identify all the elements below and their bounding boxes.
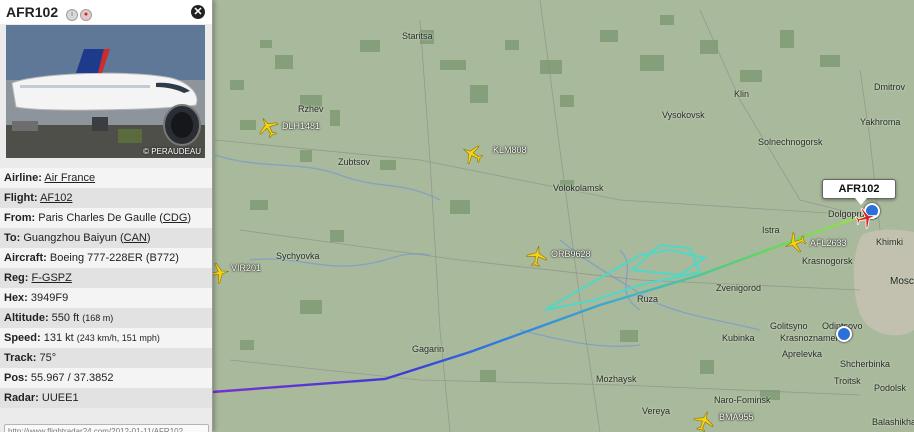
- row-label: Altitude:: [4, 312, 49, 324]
- place-ruza: Ruza: [637, 294, 659, 304]
- detail-row-track: Track: 75°: [0, 348, 212, 368]
- aircraft-label-bma955: BMA955: [719, 412, 754, 422]
- row-label: Aircraft:: [4, 252, 47, 264]
- row-value-suffix: ): [187, 212, 192, 224]
- place-shcherbinka: Shcherbinka: [840, 359, 891, 369]
- panel-header: AFR102 i ● ✕: [0, 0, 212, 24]
- row-value: UUEE1: [41, 392, 79, 404]
- place-golitsyno: Golitsyno: [770, 321, 808, 331]
- detail-row-reg: Reg: F-GSPZ: [0, 268, 212, 288]
- flight-link[interactable]: AF102: [40, 192, 72, 204]
- place-istra: Istra: [762, 225, 780, 235]
- aircraft-orb9628-icon[interactable]: [523, 242, 551, 270]
- place-rzhev: Rzhev: [298, 104, 324, 114]
- place-khimki: Khimki: [876, 237, 904, 247]
- place-dmitrov: Dmitrov: [874, 82, 905, 92]
- detail-row-from: From: Paris Charles De Gaulle (CDG): [0, 208, 212, 228]
- place-mozhaysk: Mozhaysk: [596, 374, 637, 384]
- row-value: 131 kt: [43, 332, 74, 344]
- place-podolsk: Podolsk: [874, 383, 907, 393]
- row-value: 75°: [39, 352, 57, 364]
- share-url-field[interactable]: http://www.flightradar24.com/2012-01-11/…: [4, 424, 209, 432]
- row-value: 550 ft: [51, 312, 80, 324]
- row-label: Airline:: [4, 172, 42, 184]
- row-label: To:: [4, 232, 21, 244]
- info-icon[interactable]: i: [66, 9, 78, 21]
- place-naro-fominsk: Naro-Fominsk: [714, 395, 771, 405]
- aircraft-photo[interactable]: © PERAUDEAU: [6, 25, 205, 158]
- place-vereya: Vereya: [642, 406, 671, 416]
- row-label: Hex:: [4, 292, 28, 304]
- aircraft-label-vir201: VIR201: [231, 263, 262, 273]
- row-value: Paris Charles De Gaulle (: [38, 212, 163, 224]
- row-label: From:: [4, 212, 36, 224]
- row-label: Pos:: [4, 372, 28, 384]
- place-balashikha: Balashikha: [872, 417, 914, 427]
- place-sychyovka: Sychyovka: [276, 251, 320, 261]
- row-value: Boeing 777-228ER (B772): [49, 252, 179, 264]
- detail-row-speed: Speed: 131 kt (243 km/h, 151 mph): [0, 328, 212, 348]
- registration-link[interactable]: F-GSPZ: [32, 272, 72, 284]
- aircraft-photo-image: [6, 25, 205, 158]
- row-value: 3949F9: [30, 292, 69, 304]
- place-solnechnogorsk: Solnechnogorsk: [758, 137, 823, 147]
- row-value-suffix: ): [146, 232, 151, 244]
- detail-row-aircraft: Aircraft: Boeing 777-228ER (B772): [0, 248, 212, 268]
- row-value-small: (243 km/h, 151 mph): [76, 333, 160, 343]
- place-zvenigorod: Zvenigorod: [716, 283, 762, 293]
- row-label: Radar:: [4, 392, 39, 404]
- place-klin: Klin: [734, 89, 750, 99]
- row-label: Speed:: [4, 332, 41, 344]
- airport-vnukovo-icon[interactable]: [836, 326, 852, 342]
- alert-icon[interactable]: ●: [80, 9, 92, 21]
- airline-link[interactable]: Air France: [44, 172, 95, 184]
- aircraft-label-dlh1481: DLH1481: [282, 121, 321, 131]
- place-volokolamsk: Volokolamsk: [553, 183, 604, 193]
- flight-title: AFR102: [6, 4, 59, 20]
- detail-row-to: To: Guangzhou Baiyun (CAN): [0, 228, 212, 248]
- aircraft-label-afl2633: AFL2633: [810, 238, 847, 248]
- origin-airport-link[interactable]: CDG: [163, 212, 187, 224]
- panel-header-icons: i ●: [66, 9, 92, 21]
- row-label: Track:: [4, 352, 37, 364]
- place-zubtsov: Zubtsov: [338, 157, 371, 167]
- flight-details-list: Airline: Air France Flight: AF102 From: …: [0, 168, 212, 408]
- detail-row-pos: Pos: 55.967 / 37.3852: [0, 368, 212, 388]
- place-vysokovsk: Vysokovsk: [662, 110, 705, 120]
- place-staritsa: Staritsa: [402, 31, 433, 41]
- place-aprelevka: Aprelevka: [782, 349, 823, 359]
- detail-row-flight: Flight: AF102: [0, 188, 212, 208]
- row-label: Reg:: [4, 272, 29, 284]
- row-value-small: (168 m): [82, 313, 114, 323]
- photo-credit: © PERAUDEAU: [143, 147, 201, 156]
- flight-info-panel: AFR102 i ● ✕ © PERAUDEAU Airline: Air Fr…: [0, 0, 213, 432]
- destination-airport-link[interactable]: CAN: [124, 232, 147, 244]
- place-gagarin: Gagarin: [412, 344, 445, 354]
- detail-row-airline: Airline: Air France: [0, 168, 212, 188]
- place-moscow: Mosc: [890, 276, 914, 287]
- aircraft-label-orb9628: ORB9628: [551, 249, 591, 259]
- place-krasnogorsk: Krasnogorsk: [802, 256, 853, 266]
- aircraft-label-klm808: KLM808: [493, 145, 527, 155]
- detail-row-hex: Hex: 3949F9: [0, 288, 212, 308]
- row-value: 55.967 / 37.3852: [30, 372, 114, 384]
- place-troitsk: Troitsk: [834, 376, 861, 386]
- selected-flight-callout[interactable]: AFR102: [822, 179, 896, 205]
- row-label: Flight:: [4, 192, 38, 204]
- detail-row-altitude: Altitude: 550 ft (168 m): [0, 308, 212, 328]
- close-button[interactable]: ✕: [191, 5, 205, 19]
- detail-row-radar: Radar: UUEE1: [0, 388, 212, 408]
- row-value: Guangzhou Baiyun (: [23, 232, 124, 244]
- place-yakhroma: Yakhroma: [860, 117, 901, 127]
- place-kubinka: Kubinka: [722, 333, 755, 343]
